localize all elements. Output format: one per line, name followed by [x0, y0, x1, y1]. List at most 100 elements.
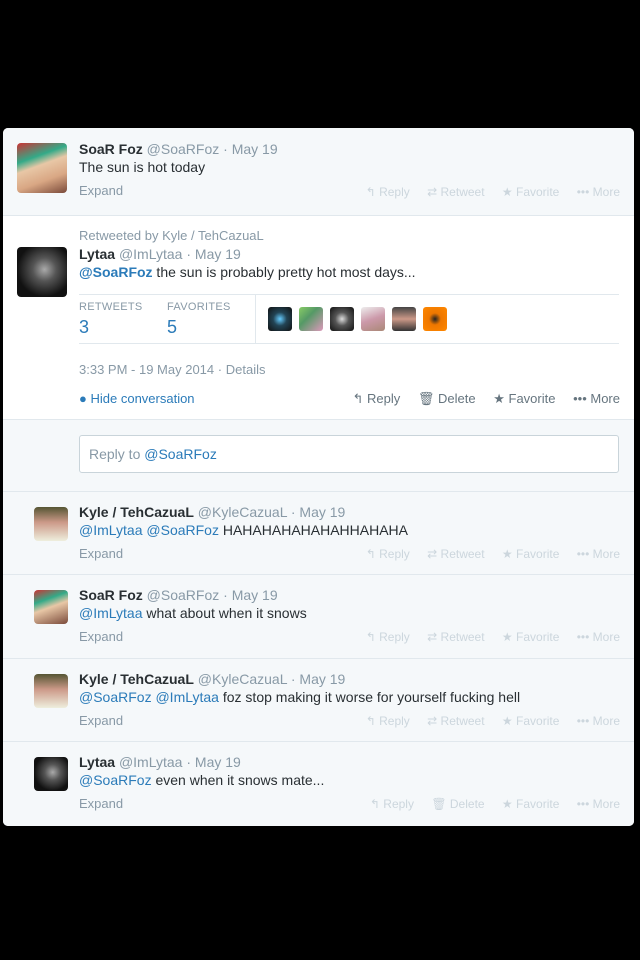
retweet-button[interactable]: ⇄ Retweet: [427, 714, 484, 728]
screen: { "tweets": { "t1": { "name": "SoaR Foz"…: [0, 0, 640, 960]
tweet-timestamp[interactable]: 3:33 PM - 19 May 2014: [79, 362, 214, 377]
retweets-count: 3: [79, 317, 90, 337]
author-handle[interactable]: @KyleCazuaL: [198, 504, 287, 520]
favorites-count: 5: [167, 317, 178, 337]
favoriter-avatar[interactable]: [392, 307, 416, 331]
favorites-label: FAVORITES: [167, 301, 231, 313]
tweet-date[interactable]: May 19: [232, 141, 278, 157]
mention-link[interactable]: @SoaRFoz: [146, 522, 219, 538]
author-name[interactable]: Lytaa: [79, 754, 115, 770]
tweet-reply: Lytaa @ImLytaa · May 19 @SoaRFoz even wh…: [3, 742, 634, 826]
avatar[interactable]: [34, 507, 68, 541]
tweet-lytaa-expanded: Retweeted by Kyle / TehCazuaL Lytaa @ImL…: [3, 216, 634, 420]
delete-button[interactable]: 🗑 Delete: [418, 391, 476, 406]
reply-area: Reply to @SoaRFoz: [3, 420, 634, 492]
favorite-button[interactable]: ★ Favorite: [493, 391, 555, 406]
retweets-stat[interactable]: RETWEETS 3: [79, 301, 143, 338]
tweet-actions: ↰ Reply 🗑 Delete ★ Favorite ••• More: [356, 797, 620, 811]
author-name[interactable]: SoaR Foz: [79, 587, 143, 603]
mention-link[interactable]: @SoaRFoz: [79, 772, 152, 788]
tweet-date[interactable]: May 19: [195, 754, 241, 770]
tweet-date[interactable]: May 19: [299, 671, 345, 687]
tweet-reply: SoaR Foz @SoaRFoz · May 19 @ImLytaa what…: [3, 575, 634, 659]
favoriter-avatar[interactable]: [423, 307, 447, 331]
tweet-text: The sun is hot today: [79, 159, 206, 175]
tweet-actions: ↰ Reply ⇄ Retweet ★ Favorite ••• More: [352, 185, 620, 199]
avatar[interactable]: [17, 143, 67, 193]
mention-link[interactable]: @ImLytaa: [79, 605, 143, 621]
stats-divider: [255, 295, 256, 343]
mention-link[interactable]: @SoaRFoz: [79, 264, 153, 280]
mention-link[interactable]: @SoaRFoz: [79, 689, 152, 705]
avatar[interactable]: [34, 590, 68, 624]
avatar[interactable]: [17, 247, 67, 297]
retweeted-by-label[interactable]: Retweeted by Kyle / TehCazuaL: [79, 228, 620, 243]
favorites-stat[interactable]: FAVORITES 5: [167, 301, 231, 338]
tweet-reply: Kyle / TehCazuaL @KyleCazuaL · May 19 @S…: [3, 659, 634, 742]
reply-input[interactable]: Reply to @SoaRFoz: [79, 435, 619, 473]
favoriter-avatar[interactable]: [361, 307, 385, 331]
hide-conversation-link[interactable]: ● Hide conversation: [79, 391, 195, 406]
reply-button[interactable]: ↰ Reply: [366, 547, 410, 561]
more-button[interactable]: ••• More: [573, 391, 620, 406]
tweet-text: @ImLytaa @SoaRFoz HAHAHAHAHAHAHHAHAHA: [79, 522, 409, 538]
author-handle[interactable]: @SoaRFoz: [147, 141, 220, 157]
tweet-text: @SoaRFoz @ImLytaa foz stop making it wor…: [79, 689, 521, 705]
tweet-text: @SoaRFoz even when it snows mate...: [79, 772, 325, 788]
tweet-actions: ↰ Reply ⇄ Retweet ★ Favorite ••• More: [352, 714, 620, 728]
favorite-button[interactable]: ★ Favorite: [502, 797, 559, 811]
favorite-button[interactable]: ★ Favorite: [502, 714, 559, 728]
reply-button[interactable]: ↰ Reply: [366, 185, 410, 199]
reply-button[interactable]: ↰ Reply: [366, 630, 410, 644]
speech-bubble-icon: ●: [79, 391, 87, 406]
author-name[interactable]: SoaR Foz: [79, 141, 143, 157]
favorite-button[interactable]: ★ Favorite: [502, 185, 559, 199]
tweet-stats: RETWEETS 3 FAVORITES 5: [79, 294, 619, 344]
more-button[interactable]: ••• More: [577, 630, 620, 644]
star-icon: ★: [493, 391, 505, 406]
author-name[interactable]: Kyle / TehCazuaL: [79, 671, 194, 687]
mention-link[interactable]: @ImLytaa: [155, 689, 219, 705]
more-button[interactable]: ••• More: [577, 547, 620, 561]
author-handle[interactable]: @ImLytaa: [119, 246, 183, 262]
mention-link[interactable]: @ImLytaa: [79, 522, 143, 538]
retweet-button[interactable]: ⇄ Retweet: [427, 630, 484, 644]
reply-arrow-icon: ↰: [365, 185, 376, 199]
retweet-button[interactable]: ⇄ Retweet: [427, 185, 484, 199]
author-handle[interactable]: @KyleCazuaL: [198, 671, 287, 687]
tweet-actions: ↰ Reply ⇄ Retweet ★ Favorite ••• More: [352, 547, 620, 561]
favoriter-avatar[interactable]: [299, 307, 323, 331]
tweet-date[interactable]: May 19: [195, 246, 241, 262]
author-name[interactable]: Kyle / TehCazuaL: [79, 504, 194, 520]
more-button[interactable]: ••• More: [577, 185, 620, 199]
retweets-label: RETWEETS: [79, 301, 143, 313]
author-handle[interactable]: @ImLytaa: [119, 754, 183, 770]
tweet-soarfoz-original: SoaR Foz @SoaRFoz · May 19 The sun is ho…: [3, 128, 634, 216]
tweet-conversation-panel: SoaR Foz @SoaRFoz · May 19 The sun is ho…: [3, 128, 634, 826]
ellipsis-icon: •••: [576, 185, 590, 199]
avatar[interactable]: [34, 674, 68, 708]
tweet-text: @ImLytaa what about when it snows: [79, 605, 307, 621]
reply-button[interactable]: ↰ Reply: [352, 391, 400, 406]
delete-button[interactable]: 🗑 Delete: [431, 797, 484, 811]
tweet-date[interactable]: May 19: [232, 587, 278, 603]
tweet-reply: Kyle / TehCazuaL @KyleCazuaL · May 19 @I…: [3, 492, 634, 575]
more-button[interactable]: ••• More: [577, 797, 620, 811]
favoriter-avatar[interactable]: [330, 307, 354, 331]
reply-button[interactable]: ↰ Reply: [370, 797, 414, 811]
details-link[interactable]: Details: [226, 362, 266, 377]
more-button[interactable]: ••• More: [577, 714, 620, 728]
favoriter-avatar[interactable]: [268, 307, 292, 331]
retweet-button[interactable]: ⇄ Retweet: [427, 547, 484, 561]
author-name[interactable]: Lytaa: [79, 246, 115, 262]
author-handle[interactable]: @SoaRFoz: [147, 587, 220, 603]
favorite-button[interactable]: ★ Favorite: [502, 630, 559, 644]
avatar[interactable]: [34, 757, 68, 791]
reply-button[interactable]: ↰ Reply: [366, 714, 410, 728]
ellipsis-icon: •••: [573, 391, 587, 406]
trash-icon: 🗑: [417, 391, 435, 406]
tweet-date[interactable]: May 19: [299, 504, 345, 520]
favorite-button[interactable]: ★ Favorite: [502, 547, 559, 561]
retweet-icon: ⇄: [427, 185, 438, 199]
star-icon: ★: [501, 185, 513, 199]
